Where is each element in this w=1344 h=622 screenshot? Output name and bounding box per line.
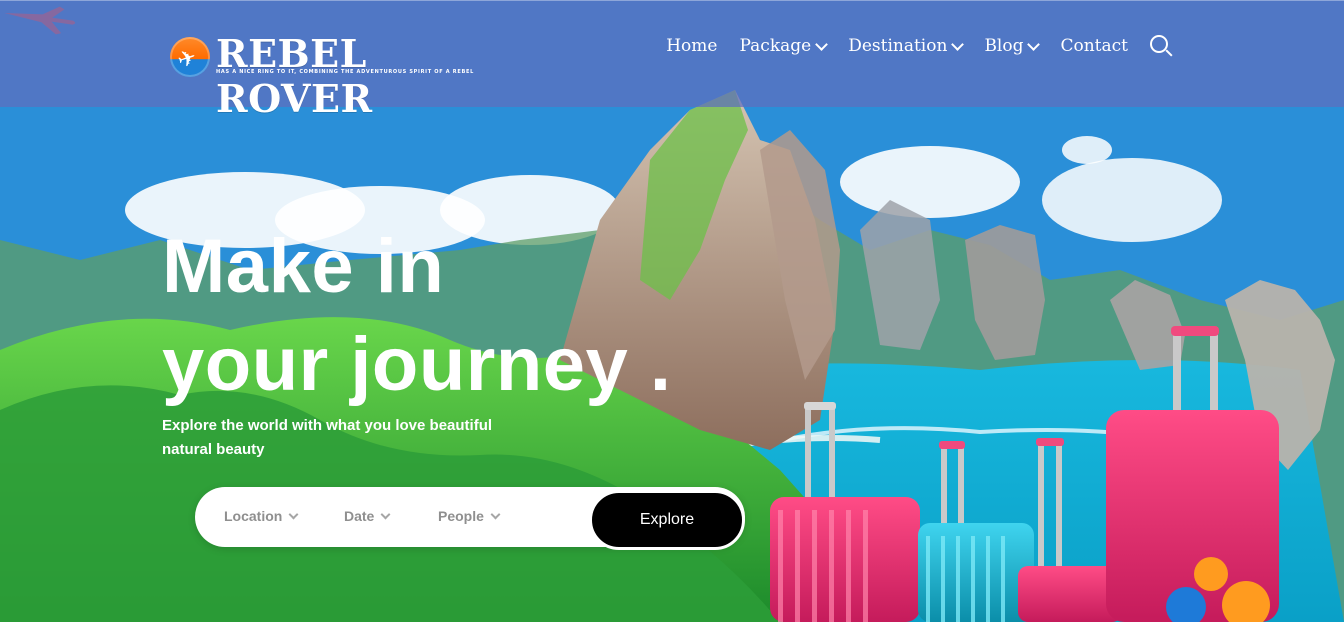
- search-bar: Location Date People Explore: [195, 487, 745, 550]
- nav-home[interactable]: Home: [666, 36, 717, 56]
- nav-contact[interactable]: Contact: [1060, 36, 1128, 56]
- hero-subtitle: Explore the world with what you love bea…: [162, 417, 493, 458]
- chevron-down-icon: [380, 509, 391, 520]
- chevron-down-icon: [815, 37, 829, 51]
- nav-destination-label: Destination: [848, 36, 948, 56]
- nav-home-label: Home: [666, 36, 718, 56]
- date-dropdown[interactable]: Date: [344, 508, 391, 524]
- nav-contact-label: Contact: [1060, 36, 1128, 56]
- people-dropdown[interactable]: People: [438, 508, 501, 524]
- nav-package[interactable]: Package: [739, 36, 829, 56]
- search-button[interactable]: [1150, 35, 1168, 53]
- hero-title-line-2: your journey .: [162, 322, 672, 407]
- explore-button[interactable]: Explore: [589, 490, 745, 550]
- chevron-down-icon: [1027, 37, 1041, 51]
- nav-destination[interactable]: Destination: [848, 36, 965, 56]
- chevron-down-icon: [288, 509, 299, 520]
- hero-title-line-1: Make in: [162, 224, 445, 309]
- brand-name: REBEL ROVER: [216, 31, 373, 121]
- people-label: People: [438, 508, 484, 524]
- top-navigation-bar: ✈ REBEL ROVER HAS A NICE RING TO IT, COM…: [0, 0, 1344, 121]
- chevron-down-icon: [951, 37, 965, 51]
- nav-package-label: Package: [739, 36, 812, 56]
- brand-tagline: HAS A NICE RING TO IT, COMBINING THE ADV…: [216, 69, 474, 75]
- nav-blog[interactable]: Blog: [984, 36, 1041, 56]
- nav-blog-label: Blog: [984, 36, 1024, 56]
- location-label: Location: [224, 508, 283, 524]
- hero-title: Make in your journey .: [162, 218, 672, 414]
- date-label: Date: [344, 508, 375, 524]
- search-icon: [1150, 35, 1168, 53]
- plane-logo-icon: ✈: [170, 37, 210, 77]
- location-dropdown[interactable]: Location: [224, 508, 299, 524]
- main-nav: Home Package Destination Blog Contact: [666, 35, 1168, 56]
- chevron-down-icon: [490, 509, 501, 520]
- brand-logo[interactable]: ✈ REBEL ROVER HAS A NICE RING TO IT, COM…: [170, 31, 510, 121]
